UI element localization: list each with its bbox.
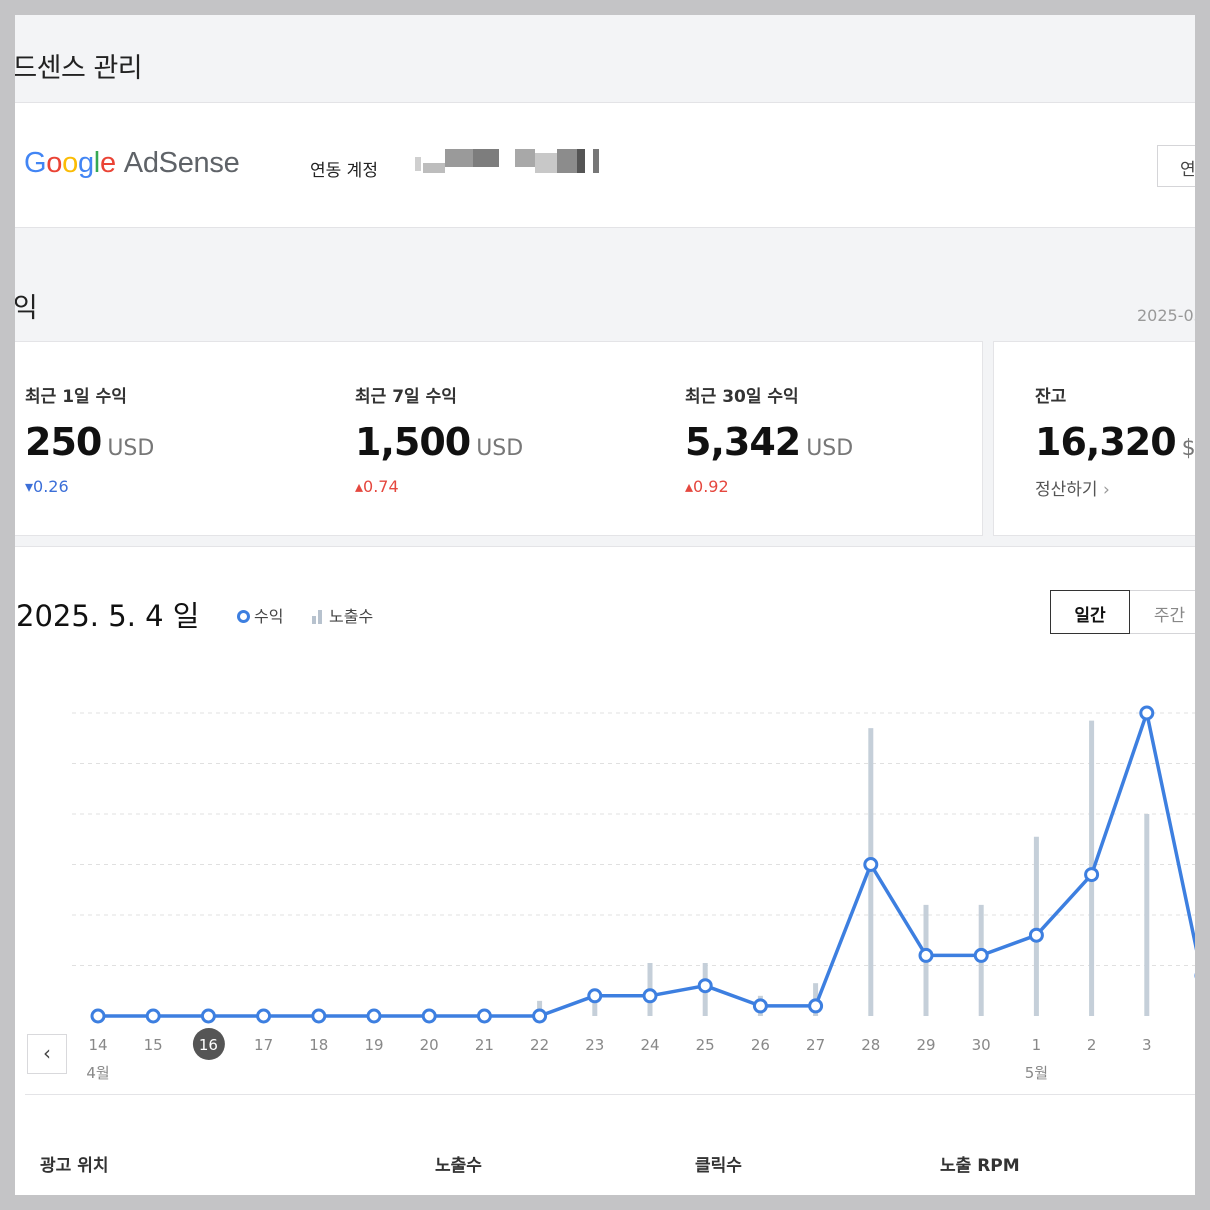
revenue-point [1084,867,1100,883]
arrow-up-icon: ▴ [685,477,694,496]
logo-product: AdSense [123,147,240,179]
th-clicks: 클릭수 [695,1156,742,1176]
x-tick-label: 29 [916,1036,935,1054]
balance-label: 잔고 [1035,387,1067,407]
logo-letter: G [24,147,47,179]
account-id-redacted [415,149,605,175]
revenue-point [532,1008,548,1024]
revenue-point [1028,927,1044,943]
stat-change-value: 0.26 [33,477,69,496]
stat-change: ▴0.74 [355,477,399,496]
revenue-chart: 14 15 16 17 18 19 20 21 22 23 24 25 26 27 28 29 30 1 2 3 44월… [72,705,1195,1082]
x-tick-label: 16 [199,1036,218,1054]
month-label: 5월 [1025,1064,1048,1082]
x-tick-label: 17 [254,1036,273,1054]
revenue-point [808,998,824,1014]
adsense-link-bar: GoogleAdSense 연동 계정 연동 해제 [15,102,1195,228]
stat-change: ▾0.26 [25,477,69,496]
x-tick-label: 18 [309,1036,328,1054]
revenue-point [311,1008,327,1024]
revenue-point [973,947,989,963]
settle-label: 정산하기 [1035,480,1098,500]
revenue-point [200,1008,216,1024]
stat-label: 최근 7일 수익 [355,387,457,407]
revenue-point [145,1008,161,1024]
revenue-point [476,1008,492,1024]
revenue-point [752,998,768,1014]
x-tick-label: 14 [88,1036,107,1054]
arrow-down-icon: ▾ [25,477,34,496]
account-label: 연동 계정 [310,161,378,181]
revenue-point [421,1008,437,1024]
x-tick-label: 3 [1142,1036,1152,1054]
balance-value: 16,320 [1035,420,1177,464]
balance-card: 잔고 16,320 $ 정산하기 › [993,341,1195,536]
stat-value-group: 1,500 USD [355,420,523,464]
revenue-point [1139,705,1155,721]
revenue-point [918,947,934,963]
stat-label: 최근 1일 수익 [25,387,127,407]
unlink-button[interactable]: 연동 해제 [1157,145,1195,187]
revenue-point [90,1008,106,1024]
x-tick-label: 26 [751,1036,770,1054]
stat-unit: USD [806,436,854,461]
table-divider [25,1094,1195,1095]
x-tick-label: 23 [585,1036,604,1054]
month-label: 4월 [86,1064,109,1082]
stat-change: ▴0.92 [685,477,729,496]
balance-unit: $ [1181,436,1195,461]
chart-panel: 2025. 5. 4 일 수익 노출수 일간 주간 14 15 16 17 18 19 20… [15,546,1195,1195]
stat-label: 최근 30일 수익 [685,387,799,407]
th-ad-position: 광고 위치 [40,1156,109,1176]
x-tick-label: 24 [640,1036,659,1054]
page: 애드센스 관리 GoogleAdSense 연동 계정 연동 해제 수익 202… [15,15,1195,1195]
x-tick-label: 19 [364,1036,383,1054]
chevron-left-icon[interactable]: ‹ [27,1034,67,1074]
revenue-summary-card: 최근 1일 수익 250 USD ▾0.26 최근 7일 수익 1,500 USD … [15,341,983,536]
th-impressions: 노출수 [435,1156,482,1176]
arrow-up-icon: ▴ [355,477,364,496]
stat-value: 5,342 [685,420,801,464]
stat-change-value: 0.74 [363,477,399,496]
x-tick-label: 2 [1087,1036,1097,1054]
revenue-point [642,988,658,1004]
x-tick-label: 22 [530,1036,549,1054]
revenue-point [587,988,603,1004]
revenue-line [98,711,1195,1018]
logo-letter: e [99,147,116,179]
x-tick-label: 28 [861,1036,880,1054]
logo-letter: g [77,147,94,179]
x-tick-label: 15 [144,1036,163,1054]
x-tick-label: 20 [420,1036,439,1054]
revenue-point [697,978,713,994]
stat-unit: USD [107,436,155,461]
stat-value-group: 5,342 USD [685,420,853,464]
revenue-title: 수익 [15,293,38,324]
x-tick-label: 21 [475,1036,494,1054]
adsense-logo: Google AdSense [24,147,240,180]
revenue-point [863,857,879,872]
revenue-point [366,1008,382,1024]
stat-unit: USD [476,436,524,461]
settle-link[interactable]: 정산하기 › [1035,475,1110,500]
revenue-point [256,1008,272,1024]
page-title: 애드센스 관리 [15,53,143,84]
x-tick-label: 25 [696,1036,715,1054]
stat-value-group: 250 USD [25,420,154,464]
logo-letter: o [46,147,63,179]
logo-letter: o [62,147,78,179]
stat-value: 250 [25,420,102,464]
x-tick-label: 1 [1032,1036,1042,1054]
x-tick-label: 30 [972,1036,991,1054]
stat-value: 1,500 [355,420,471,464]
th-rpm: 노출 RPM [940,1156,1020,1176]
stat-change-value: 0.92 [693,477,729,496]
revenue-date: 2025-05 [1137,306,1195,325]
chevron-right-icon: › [1102,480,1110,500]
balance-value-group: 16,320 $ [1035,420,1195,464]
x-tick-label: 27 [806,1036,825,1054]
